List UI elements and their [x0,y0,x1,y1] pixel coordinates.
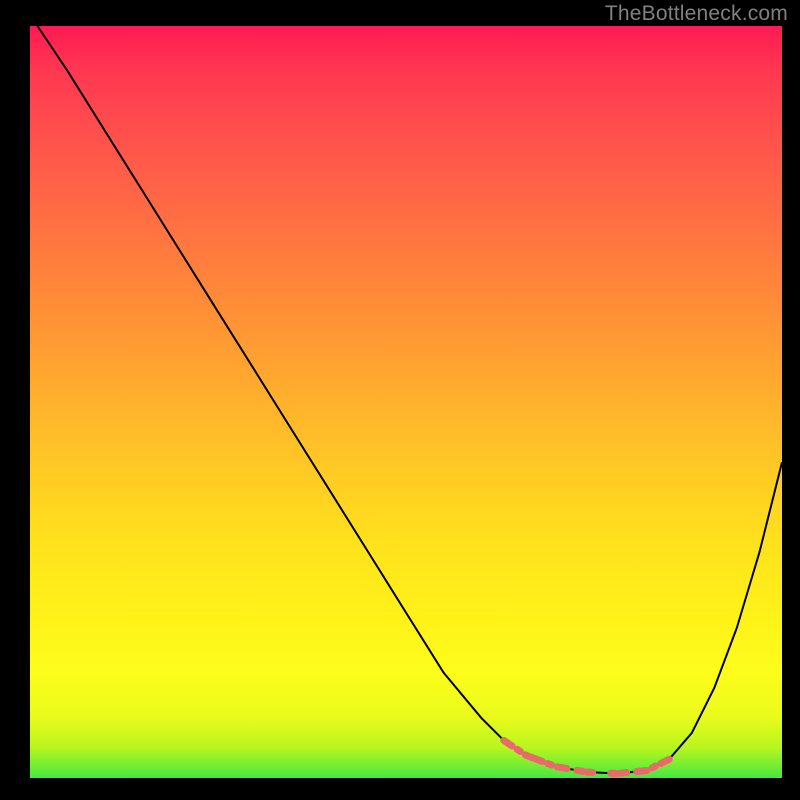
main-curve-line [38,26,783,774]
chart-container: TheBottleneck.com [0,0,800,800]
chart-svg [30,26,782,778]
watermark-text: TheBottleneck.com [605,2,788,26]
chart-plot-area [30,26,782,778]
highlight-segment-line [504,740,669,773]
